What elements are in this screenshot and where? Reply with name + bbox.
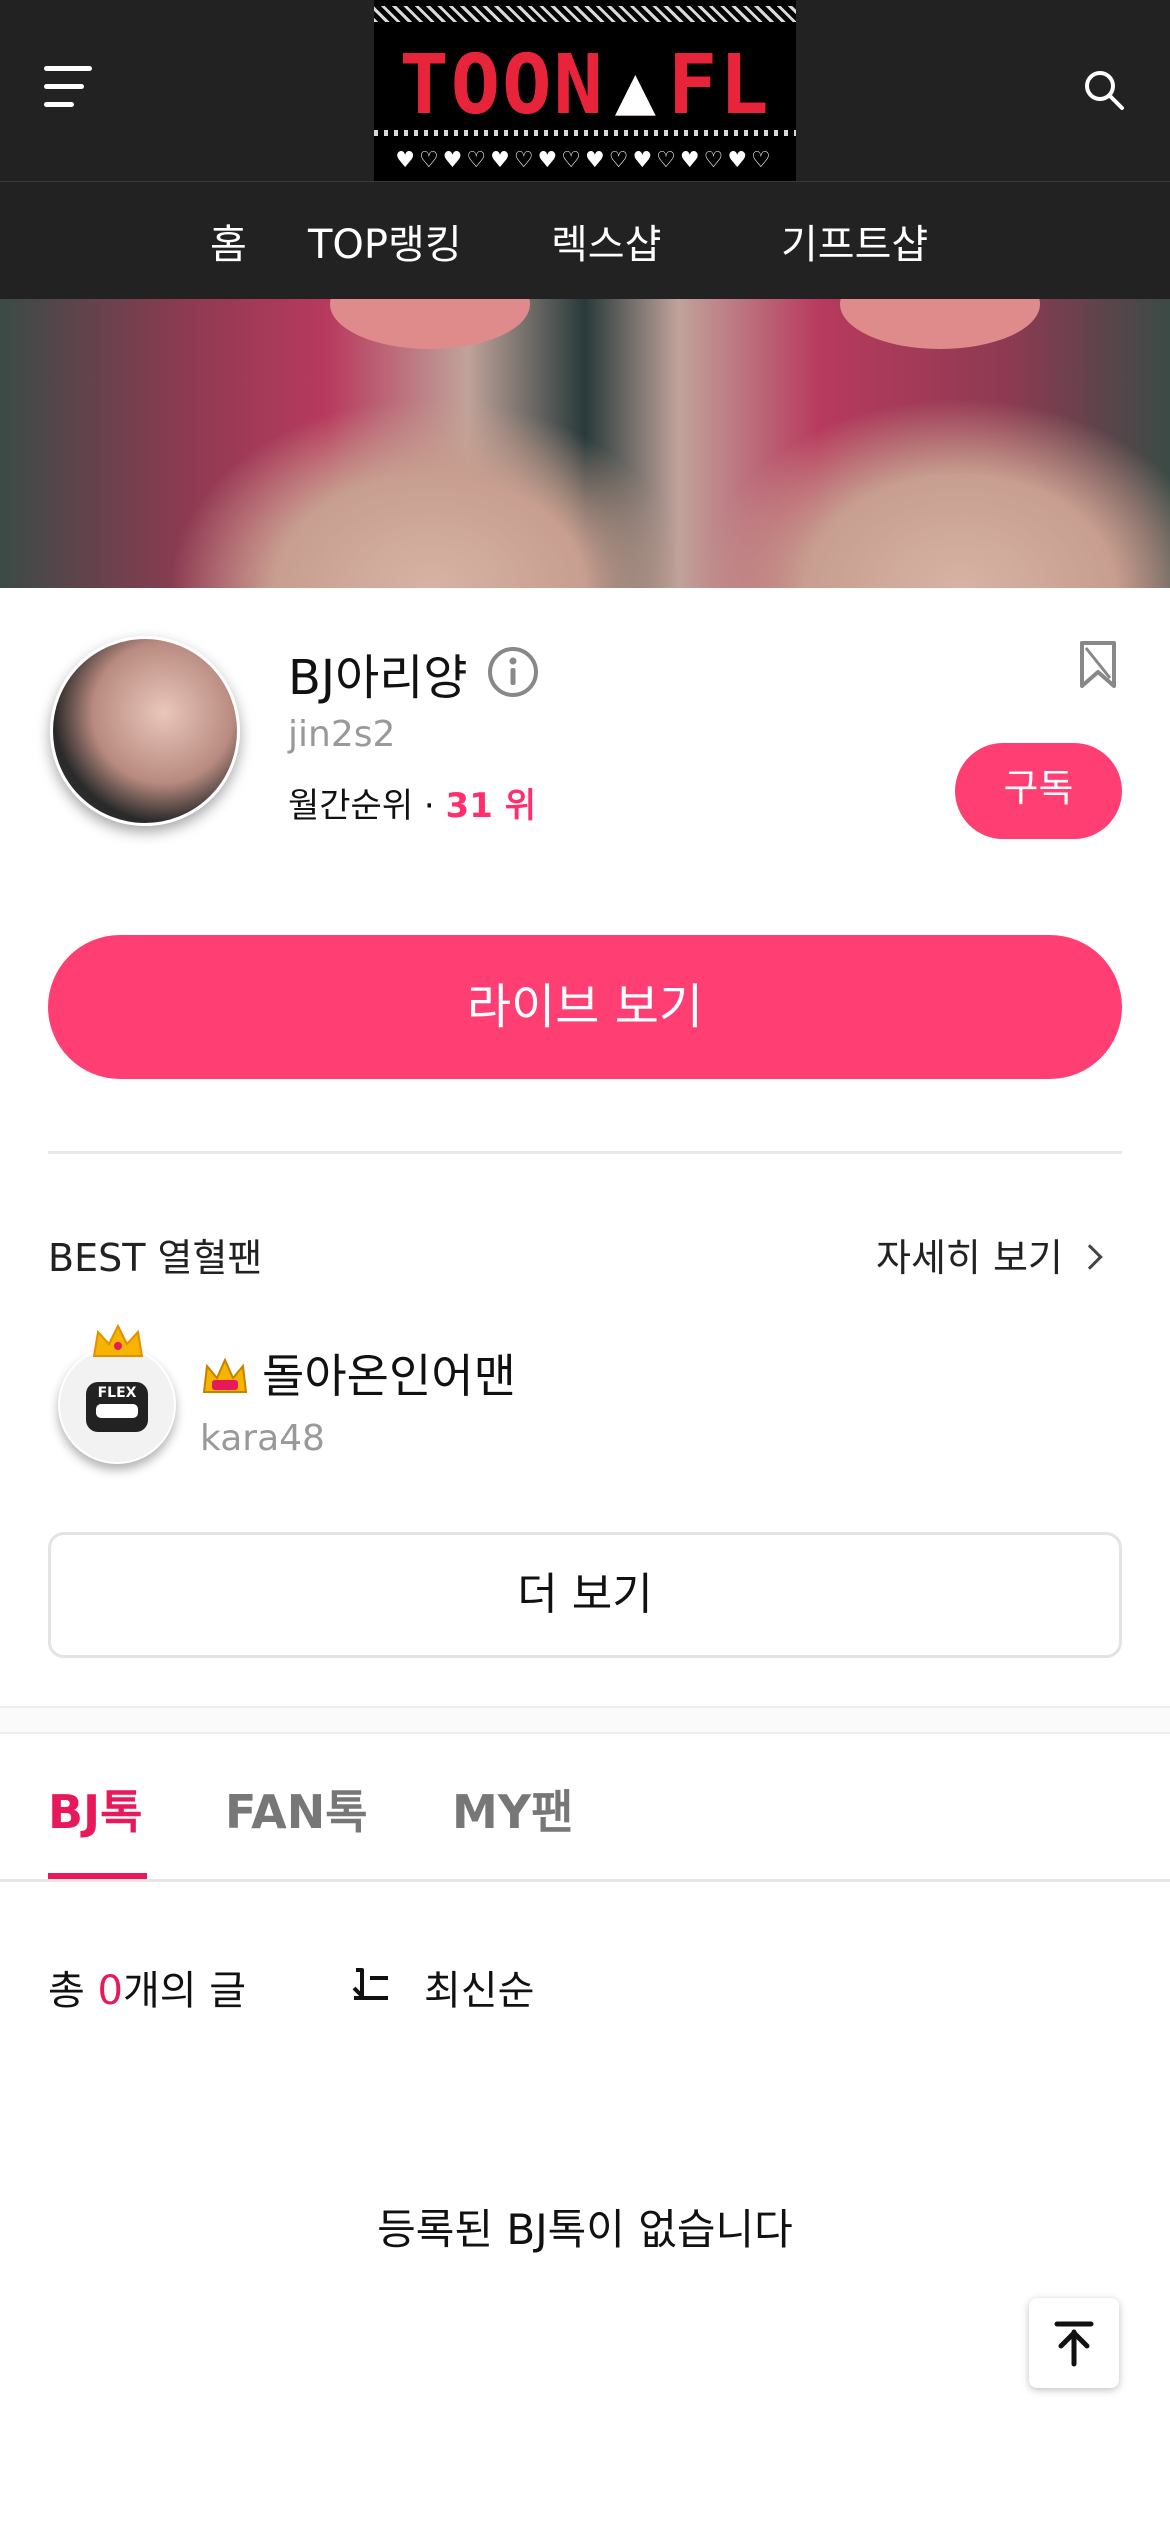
best-fans-detail-link[interactable]: 자세히 보기	[876, 1227, 1103, 1282]
detail-link-label: 자세히 보기	[876, 1236, 1063, 1280]
flex-badge: FLEX	[86, 1382, 148, 1432]
bj-user-id: jin2s2	[288, 714, 396, 755]
bj-avatar[interactable]	[50, 636, 240, 826]
post-count-value: 0	[97, 1968, 123, 2014]
nav-item-top-ranking[interactable]: TOP랭킹	[308, 212, 462, 270]
sort-latest[interactable]: 최신순	[424, 1958, 534, 2016]
info-icon[interactable]	[486, 645, 540, 699]
nav-item-gift-shop[interactable]: 기프트샵	[781, 212, 928, 270]
tab-bj-talk[interactable]: BJ톡	[48, 1776, 143, 1842]
section-divider	[48, 1151, 1122, 1154]
scroll-to-top-button[interactable]	[1029, 2298, 1119, 2388]
bj-name: BJ아리양	[288, 650, 468, 706]
nav-item-rex-shop[interactable]: 렉스샵	[551, 212, 661, 270]
monthly-rank-label: 월간순위 ·	[288, 786, 446, 826]
tab-my-fan[interactable]: MY팬	[452, 1776, 573, 1842]
profile-banner-image	[0, 299, 1170, 588]
monthly-rank-value: 31 위	[445, 786, 536, 826]
section-divider-thick	[0, 1706, 1170, 1734]
monthly-rank: 월간순위 · 31 위	[288, 778, 536, 827]
search-icon[interactable]	[1080, 66, 1128, 114]
fan-rank-crown-icon	[200, 1356, 250, 1396]
more-fans-button[interactable]: 더 보기	[48, 1532, 1122, 1658]
watch-live-button[interactable]: 라이브 보기	[48, 935, 1122, 1079]
main-nav: 홈 TOP랭킹 렉스샵 기프트샵	[0, 181, 1170, 299]
fan-name: 돌아온인어맨	[262, 1349, 516, 1403]
post-count: 총 0개의 글	[48, 1958, 246, 2016]
logo-pattern	[374, 6, 796, 22]
best-fans-title: BEST 열혈팬	[48, 1236, 263, 1280]
hamburger-menu-icon[interactable]	[44, 66, 94, 110]
chevron-right-icon	[1077, 1243, 1103, 1270]
bookmark-icon[interactable]	[1078, 640, 1118, 690]
arrow-up-to-top-icon	[1054, 2321, 1094, 2367]
logo-hearts: ♥♡♥♡♥♡♥♡♥♡♥♡♥♡♥♡	[395, 148, 775, 173]
top-bar: TOON ▲ FL ♥♡♥♡♥♡♥♡♥♡♥♡♥♡♥♡	[0, 0, 1170, 181]
sort-icon[interactable]	[350, 1966, 392, 2002]
subscribe-button[interactable]: 구독	[955, 743, 1122, 839]
christmas-tree-icon: ▲	[614, 51, 658, 130]
flex-badge-text: FLEX	[97, 1385, 137, 1401]
tab-fan-talk[interactable]: FAN톡	[225, 1776, 368, 1842]
empty-state-message: 등록된 BJ톡이 없습니다	[377, 2205, 793, 2254]
site-logo[interactable]: TOON ▲ FL ♥♡♥♡♥♡♥♡♥♡♥♡♥♡♥♡	[374, 0, 796, 181]
tabs-divider	[0, 1879, 1170, 1882]
logo-wordmark: TOON ▲ FL	[399, 38, 771, 133]
logo-pattern-bottom	[374, 130, 796, 136]
post-count-suffix: 개의 글	[122, 1968, 247, 2014]
nav-item-home[interactable]: 홈	[210, 212, 247, 270]
crown-icon	[90, 1323, 146, 1360]
post-count-prefix: 총	[48, 1968, 98, 2014]
fan-user-id: kara48	[200, 1418, 325, 1459]
